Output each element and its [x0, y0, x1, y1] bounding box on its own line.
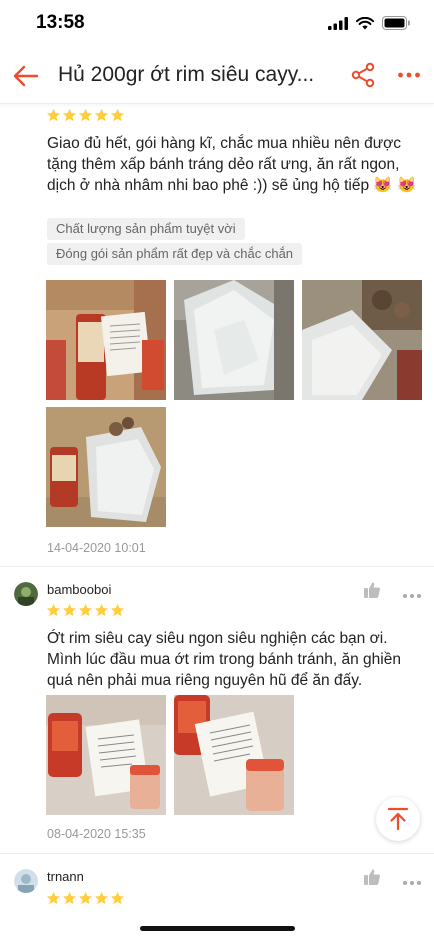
review-photo[interactable]	[174, 280, 294, 400]
review-photo[interactable]	[46, 407, 166, 527]
scroll-to-top-icon	[387, 807, 409, 831]
star-icon	[46, 108, 61, 122]
thumbs-up-icon	[364, 869, 380, 885]
share-icon	[351, 62, 375, 88]
star-icon	[78, 603, 93, 617]
star-icon	[78, 891, 93, 905]
review-photo[interactable]	[46, 695, 166, 815]
review-text: Ớt rim siêu cay siêu ngon siêu nghiện cá…	[47, 630, 401, 689]
avatar[interactable]	[14, 869, 38, 893]
back-button[interactable]	[10, 60, 42, 92]
review-photo[interactable]	[302, 280, 422, 400]
review-timestamp: 14-04-2020 10:01	[47, 541, 146, 555]
more-dots-icon	[398, 72, 420, 78]
review-more-button[interactable]	[402, 586, 424, 606]
scroll-to-top-button[interactable]	[376, 797, 420, 841]
status-icons	[328, 16, 410, 30]
star-icon	[110, 603, 125, 617]
review-photo[interactable]	[174, 695, 294, 815]
rating-stars	[46, 603, 125, 618]
more-options-button[interactable]	[394, 60, 424, 90]
wifi-icon	[356, 16, 374, 29]
more-dots-icon	[403, 594, 421, 598]
review-username[interactable]: trnann	[47, 869, 84, 884]
home-indicator[interactable]	[140, 926, 295, 931]
review-text: Giao đủ hết, gói hàng kĩ, chắc mua nhiều…	[47, 135, 417, 194]
star-icon	[94, 108, 109, 122]
review-tag: Đóng gói sản phẩm rất đẹp và chắc chắn	[47, 243, 303, 265]
star-icon	[110, 108, 125, 122]
star-icon	[94, 891, 109, 905]
review-tag: Chất lượng sản phẩm tuyệt vời	[47, 218, 245, 240]
star-icon	[62, 891, 77, 905]
rating-stars	[46, 891, 125, 906]
more-dots-icon	[403, 881, 421, 885]
star-icon	[62, 603, 77, 617]
thumbs-up-icon	[364, 582, 380, 598]
review-photo[interactable]	[46, 280, 166, 400]
page-title: Hủ 200gr ớt rim siêu cayy...	[58, 63, 315, 86]
star-icon	[46, 603, 61, 617]
status-time: 13:58	[36, 12, 85, 33]
review-more-button[interactable]	[402, 873, 424, 893]
star-icon	[62, 108, 77, 122]
like-button[interactable]	[363, 868, 383, 888]
star-icon	[110, 891, 125, 905]
star-icon	[94, 603, 109, 617]
review-timestamp: 08-04-2020 15:35	[47, 827, 146, 841]
signal-icon	[328, 16, 348, 30]
status-bar: 13:58	[0, 0, 434, 48]
star-icon	[78, 108, 93, 122]
review-username[interactable]: bambooboi	[47, 582, 111, 597]
back-arrow-icon	[13, 65, 39, 87]
header-bar: Hủ 200gr ớt rim siêu cayy...	[0, 48, 434, 104]
share-button[interactable]	[348, 60, 378, 90]
battery-icon	[382, 16, 410, 30]
star-icon	[46, 891, 61, 905]
avatar[interactable]	[14, 582, 38, 606]
review-divider	[0, 853, 434, 854]
review-divider	[0, 566, 434, 567]
rating-stars	[46, 108, 125, 123]
like-button[interactable]	[363, 581, 383, 601]
